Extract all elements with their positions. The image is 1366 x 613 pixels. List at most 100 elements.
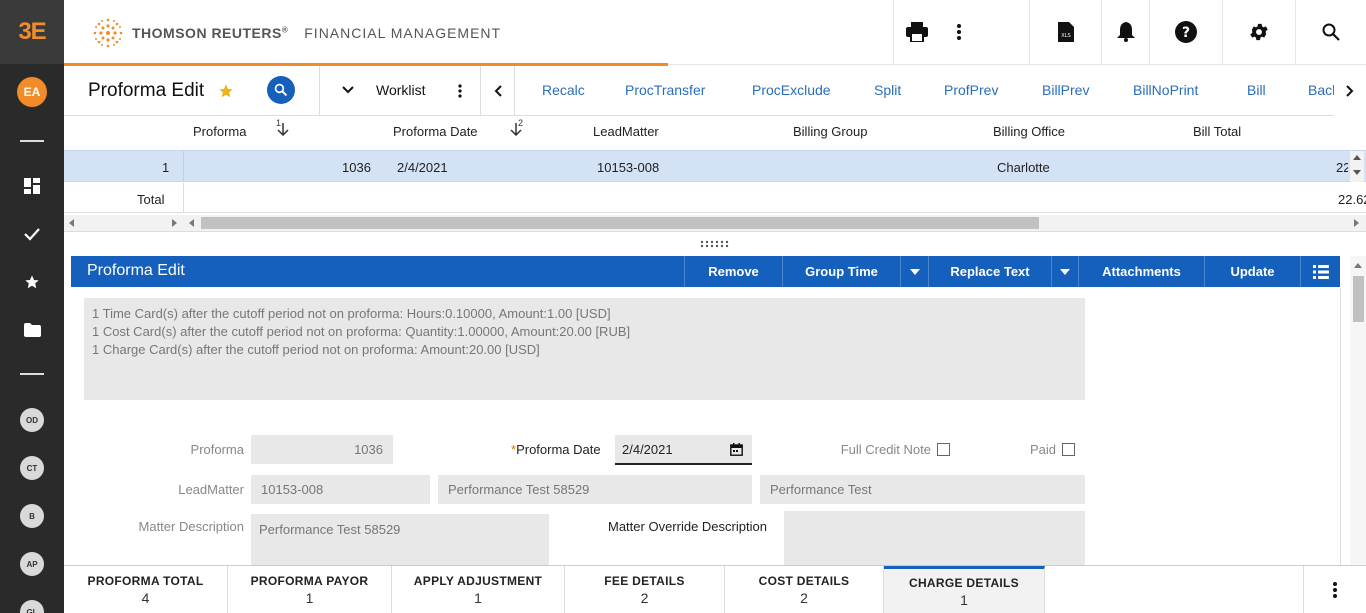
app-logo[interactable]: 3E [0,0,64,64]
star-icon[interactable] [0,262,64,302]
action-back[interactable]: Back [1308,82,1334,98]
scroll-right-icon[interactable] [172,219,178,227]
tab-cost-details[interactable]: COST DETAILS 2 [725,566,884,613]
action-billnoprint[interactable]: BillNoPrint [1133,82,1198,98]
attachments-button[interactable]: Attachments [1078,256,1204,287]
rail-item-ct[interactable]: CT [20,456,44,480]
tabs-more-button[interactable] [1304,566,1366,613]
search-icon [274,83,288,97]
col-billing-group[interactable]: Billing Group [793,124,867,139]
message-line: 1 Cost Card(s) after the cutoff period n… [92,324,631,339]
cell-bill-total: 22 [1336,160,1348,175]
search-icon [1322,23,1340,41]
resize-handle-icon[interactable] [700,240,732,248]
calendar-icon[interactable] [730,443,743,456]
menu-divider [20,140,44,142]
col-proforma-date[interactable]: Proforma Date [393,124,478,139]
col-proforma[interactable]: Proforma [193,124,246,139]
more-menu-button[interactable] [939,0,979,64]
help-button[interactable]: ? [1149,0,1222,64]
search-button[interactable] [1295,0,1366,64]
col-billing-office[interactable]: Billing Office [993,124,1065,139]
vertical-scrollbar[interactable] [1350,151,1364,182]
checkmark-icon[interactable] [0,214,64,254]
divider [183,151,184,181]
scroll-right-icon[interactable] [1354,219,1360,227]
notifications-button[interactable] [1101,0,1149,64]
cell-leadmatter: 10153-008 [597,160,660,175]
paid-label: Paid [1029,442,1056,457]
replace-text-dropdown[interactable] [1051,256,1078,287]
action-recalc[interactable]: Recalc [542,82,585,98]
worklist-label[interactable]: Worklist [376,82,426,98]
tab-fee-details[interactable]: FEE DETAILS 2 [565,566,725,613]
export-xls-button[interactable]: XLS [1029,0,1101,64]
panel-scrollbar[interactable] [1350,256,1366,565]
table-row[interactable] [64,150,1366,182]
scroll-left-icon[interactable] [188,219,194,227]
dashboard-icon[interactable] [0,166,64,206]
chevron-down-icon[interactable] [342,86,354,94]
rail-item-b[interactable]: B [20,504,44,528]
help-icon: ? [1175,21,1197,43]
print-button[interactable] [893,0,939,64]
matter-description-label: Matter Description [138,519,244,534]
tab-proforma-total[interactable]: PROFORMA TOTAL 4 [64,566,228,613]
matter-override-description-input[interactable] [784,511,1085,565]
scroll-up-icon[interactable] [1353,154,1361,160]
col-leadmatter[interactable]: LeadMatter [593,124,659,139]
rail-item-od[interactable]: OD [20,408,44,432]
find-button[interactable] [267,76,295,104]
scrollbar-thumb[interactable] [201,217,1039,229]
sort-down-arrow-icon[interactable] [509,123,523,136]
action-bill[interactable]: Bill [1247,82,1266,98]
paid-checkbox[interactable] [1062,443,1075,456]
scroll-right-button[interactable] [1334,66,1366,116]
sort-down-arrow-icon[interactable] [276,123,290,136]
action-proctransfer[interactable]: ProcTransfer [625,82,705,98]
full-credit-note-label: Full Credit Note [840,442,931,457]
col-bill-total[interactable]: Bill Total [1193,124,1241,139]
proforma-date-input[interactable]: 2/4/2021 [615,435,752,465]
proforma-label: Proforma [190,442,244,457]
proforma-date-label: *Proforma Date [511,442,601,457]
full-credit-note-checkbox[interactable] [937,443,950,456]
list-view-button[interactable] [1300,256,1340,287]
horizontal-scrollbar[interactable] [184,215,1366,231]
tab-charge-details[interactable]: CHARGE DETAILS 1 [884,566,1045,613]
left-rail: 3E EA OD CT B AP GL [0,0,64,613]
tab-proforma-payor[interactable]: PROFORMA PAYOR 1 [228,566,392,613]
message-line: 1 Time Card(s) after the cutoff period n… [92,306,611,321]
cutoff-messages: 1 Time Card(s) after the cutoff period n… [84,298,1085,400]
replace-text-button[interactable]: Replace Text [928,256,1051,287]
more-vertical-icon[interactable] [458,84,462,98]
settings-button[interactable] [1222,0,1295,64]
group-time-dropdown[interactable] [900,256,928,287]
horizontal-scrollbar[interactable] [64,215,184,231]
proforma-field: 1036 [251,435,393,464]
total-value: 22.62 [1338,192,1366,207]
message-line: 1 Charge Card(s) after the cutoff period… [92,342,540,357]
action-procexclude[interactable]: ProcExclude [752,82,831,98]
scroll-left-icon[interactable] [68,219,74,227]
action-profprev[interactable]: ProfPrev [944,82,998,98]
leadmatter-field[interactable]: 10153-008 [251,475,430,504]
scroll-down-icon[interactable] [1353,170,1361,176]
favorite-star-icon[interactable] [218,83,234,99]
update-button[interactable]: Update [1204,256,1300,287]
tab-apply-adjustment[interactable]: APPLY ADJUSTMENT 1 [392,566,565,613]
print-icon [905,22,928,42]
rail-item-gl[interactable]: GL [20,600,44,613]
remove-button[interactable]: Remove [684,256,782,287]
action-billprev[interactable]: BillPrev [1042,82,1089,98]
scrollbar-thumb[interactable] [1353,276,1364,322]
rail-item-ap[interactable]: AP [20,552,44,576]
scroll-left-button[interactable] [480,66,515,116]
group-time-button[interactable]: Group Time [782,256,900,287]
user-avatar[interactable]: EA [17,77,47,107]
total-row [64,183,1366,213]
folder-icon[interactable] [0,310,64,350]
scroll-up-icon[interactable] [1354,262,1362,268]
chevron-left-icon [494,85,502,97]
action-split[interactable]: Split [874,82,901,98]
